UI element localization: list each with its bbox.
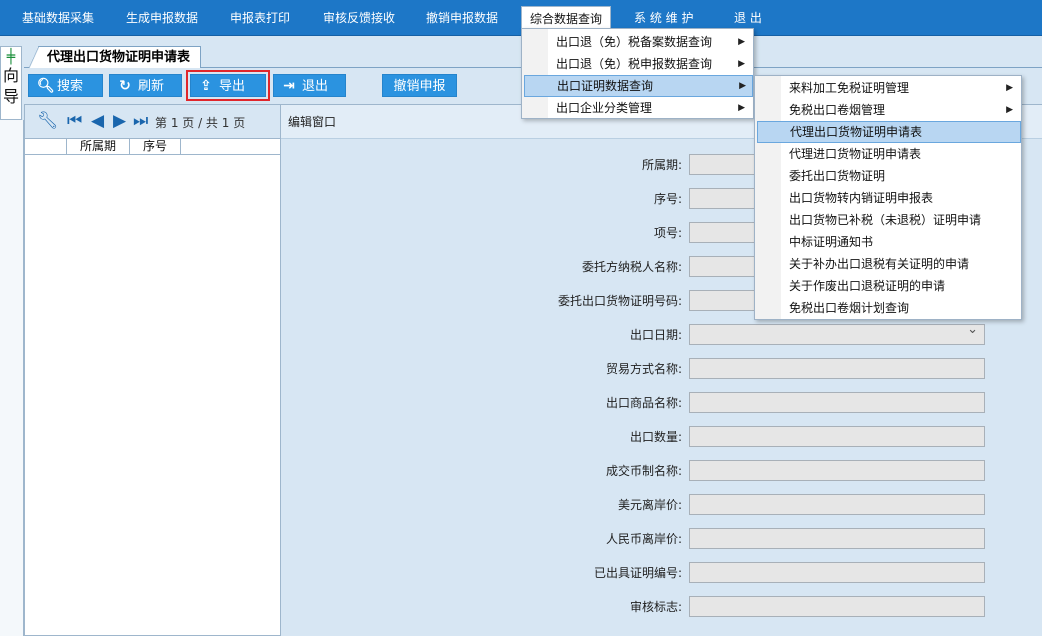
- menu-item-cigarette-plan-query[interactable]: 免税出口卷烟计划查询: [757, 297, 1019, 319]
- menu-item-label: 免税出口卷烟管理: [789, 103, 886, 117]
- submenu-arrow-icon: ▶: [739, 81, 746, 91]
- field-label: 序号:: [653, 192, 682, 206]
- menu-audit-feedback[interactable]: 审核反馈接收: [315, 0, 403, 36]
- audit-flag-input[interactable]: [689, 596, 985, 617]
- first-page-icon[interactable]: ⏮︎: [67, 111, 82, 131]
- export-button-label: 导出: [219, 79, 246, 94]
- field-row: 出口日期:: [281, 322, 1042, 346]
- field-label: 成交币制名称:: [605, 464, 682, 478]
- field-label: 出口商品名称:: [605, 396, 682, 410]
- usd-fob-input[interactable]: [689, 494, 985, 515]
- menu-item-label: 出口证明数据查询: [557, 79, 654, 93]
- submenu-arrow-icon: ▶: [738, 37, 745, 47]
- field-label: 贸易方式名称:: [605, 362, 682, 376]
- submenu-arrow-icon: ▶: [1006, 83, 1013, 93]
- menu-item-entrusted-export-certificate[interactable]: 委托出口货物证明: [757, 165, 1019, 187]
- refresh-button[interactable]: ↻ 刷新: [109, 74, 182, 97]
- menu-generate-declaration[interactable]: 生成申报数据: [118, 0, 206, 36]
- menu-item-label: 出口企业分类管理: [556, 101, 653, 115]
- grid-header-period[interactable]: 所属期: [67, 139, 130, 155]
- field-label: 委托方纳税人名称:: [581, 260, 682, 274]
- field-label: 所属期:: [641, 158, 682, 172]
- submenu-arrow-icon: ▶: [738, 59, 745, 69]
- menu-item-label: 出口退（免）税申报数据查询: [556, 57, 713, 71]
- menu-item-agent-import-certificate[interactable]: 代理进口货物证明申请表: [757, 143, 1019, 165]
- menu-item-void-certificate[interactable]: 关于作废出口退税证明的申请: [757, 275, 1019, 297]
- field-label: 审核标志:: [629, 600, 682, 614]
- record-list-panel: 🔧︎ ⏮︎ ◀ ▶ ⏭︎ 第 1 页 / 共 1 页 所属期 序号: [24, 104, 281, 636]
- signpost-icon: ╪: [6, 49, 16, 65]
- field-row: 成交币制名称:: [281, 460, 1042, 482]
- menu-item-agent-export-certificate[interactable]: 代理出口货物证明申请表: [757, 121, 1021, 143]
- field-label: 委托出口货物证明号码:: [557, 294, 682, 308]
- search-icon: 🔍︎: [37, 78, 55, 94]
- menu-item-reissue-certificate[interactable]: 关于补办出口退税有关证明的申请: [757, 253, 1019, 275]
- logout-icon: ⇥: [283, 78, 295, 94]
- export-certificate-submenu: 来料加工免税证明管理 ▶ 免税出口卷烟管理 ▶ 代理出口货物证明申请表 代理进口…: [754, 75, 1022, 320]
- menu-item-label: 来料加工免税证明管理: [789, 81, 910, 95]
- field-row: 美元离岸价:: [281, 494, 1042, 516]
- last-page-icon[interactable]: ⏭︎: [133, 111, 148, 131]
- guide-panel-toggle[interactable]: ╪ 向导: [0, 46, 22, 120]
- pager-bar: 🔧︎ ⏮︎ ◀ ▶ ⏭︎ 第 1 页 / 共 1 页: [25, 105, 280, 139]
- field-label: 出口数量:: [629, 430, 682, 444]
- menu-item-export-declaration-query[interactable]: 出口退（免）税申报数据查询 ▶: [524, 53, 751, 75]
- field-label: 项号:: [653, 226, 682, 240]
- field-row: 贸易方式名称:: [281, 358, 1042, 380]
- field-label: 出口日期:: [629, 328, 682, 342]
- grid-header: 所属期 序号: [25, 139, 280, 155]
- refresh-icon: ↻: [119, 78, 131, 94]
- menu-item-processing-exempt-certificate[interactable]: 来料加工免税证明管理 ▶: [757, 77, 1019, 99]
- guide-label: 向导: [2, 66, 19, 106]
- field-label: 美元离岸价:: [617, 498, 682, 512]
- menu-item-duty-free-cigarettes[interactable]: 免税出口卷烟管理 ▶: [757, 99, 1019, 121]
- trade-mode-input[interactable]: [689, 358, 985, 379]
- grid-header-seq[interactable]: 序号: [130, 139, 181, 155]
- menu-item-tax-paid-certificate[interactable]: 出口货物已补税（未退税）证明申请: [757, 209, 1019, 231]
- menu-item-enterprise-classification[interactable]: 出口企业分类管理 ▶: [524, 97, 751, 119]
- data-query-dropdown: 出口退（免）税备案数据查询 ▶ 出口退（免）税申报数据查询 ▶ 出口证明数据查询…: [521, 28, 754, 119]
- field-row: 人民币离岸价:: [281, 528, 1042, 550]
- field-row: 出口商品名称:: [281, 392, 1042, 414]
- field-label: 人民币离岸价:: [605, 532, 682, 546]
- guide-strip: [0, 120, 24, 636]
- product-name-input[interactable]: [689, 392, 985, 413]
- menu-item-domestic-sale-certificate[interactable]: 出口货物转内销证明申报表: [757, 187, 1019, 209]
- menu-basic-data[interactable]: 基础数据采集: [14, 0, 102, 36]
- menu-print-declaration[interactable]: 申报表打印: [222, 0, 298, 36]
- search-button[interactable]: 🔍︎ 搜索: [28, 74, 103, 97]
- export-button[interactable]: ⇪ 导出: [186, 70, 270, 101]
- search-button-label: 搜索: [57, 79, 84, 94]
- menu-item-export-filing-query[interactable]: 出口退（免）税备案数据查询 ▶: [524, 31, 751, 53]
- grid-header-rownum: [25, 139, 67, 155]
- prev-page-icon[interactable]: ◀: [91, 111, 104, 131]
- issued-certificate-no-input[interactable]: [689, 562, 985, 583]
- exit-button-label: 退出: [302, 79, 329, 94]
- next-page-icon[interactable]: ▶: [113, 111, 126, 131]
- menu-revoke-declaration[interactable]: 撤销申报数据: [418, 0, 506, 36]
- page-indicator: 第 1 页 / 共 1 页: [155, 116, 246, 130]
- field-row: 已出具证明编号:: [281, 562, 1042, 584]
- export-date-select[interactable]: [689, 322, 985, 345]
- revoke-declaration-button[interactable]: 撤销申报: [382, 74, 457, 97]
- tab-agent-export-certificate[interactable]: 代理出口货物证明申请表: [28, 46, 202, 68]
- wrench-icon[interactable]: 🔧︎: [37, 111, 59, 131]
- refresh-button-label: 刷新: [138, 79, 165, 94]
- submenu-arrow-icon: ▶: [1006, 105, 1013, 115]
- export-quantity-input[interactable]: [689, 426, 985, 447]
- upload-icon: ⇪: [200, 78, 212, 94]
- field-row: 审核标志:: [281, 596, 1042, 618]
- field-row: 出口数量:: [281, 426, 1042, 448]
- field-label: 已出具证明编号:: [593, 566, 682, 580]
- menu-item-label: 出口退（免）税备案数据查询: [556, 35, 713, 49]
- exit-button[interactable]: ⇥ 退出: [273, 74, 346, 97]
- rmb-fob-input[interactable]: [689, 528, 985, 549]
- submenu-arrow-icon: ▶: [738, 103, 745, 113]
- menu-item-export-certificate-query[interactable]: 出口证明数据查询 ▶: [524, 75, 753, 97]
- currency-name-input[interactable]: [689, 460, 985, 481]
- menu-item-bid-notice[interactable]: 中标证明通知书: [757, 231, 1019, 253]
